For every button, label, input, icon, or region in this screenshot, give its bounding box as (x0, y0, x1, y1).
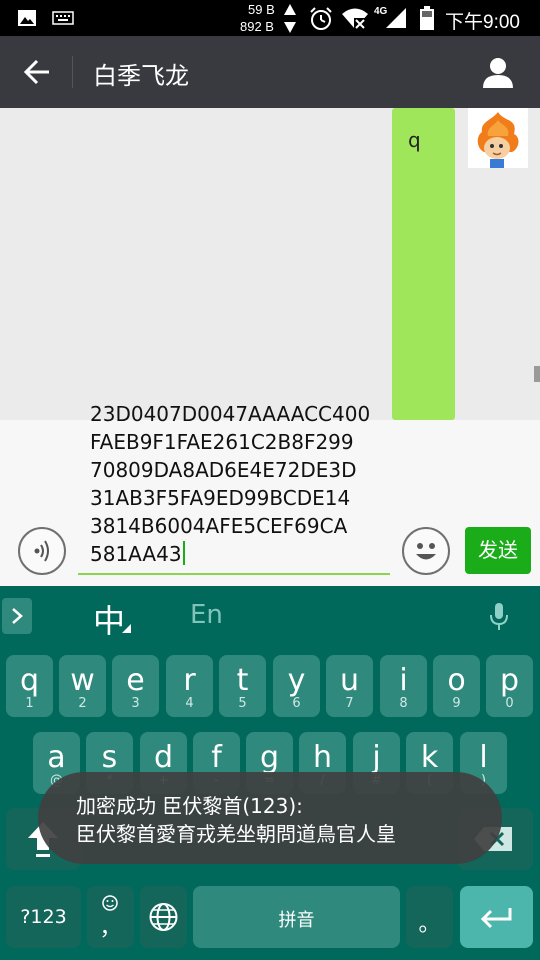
key-u[interactable]: u7 (326, 655, 373, 717)
chevron-right-icon (12, 608, 23, 624)
key-w[interactable]: w2 (59, 655, 106, 717)
key-sublabel: 7 (345, 696, 354, 711)
key-label: j (372, 740, 381, 775)
wifi-icon (342, 8, 368, 29)
toast-line: 加密成功 臣伏黎首(123): (76, 794, 303, 818)
key-label: o (447, 663, 466, 698)
input-last-line: 581AA43 (90, 542, 182, 566)
input-underline (78, 573, 390, 575)
text-cursor (182, 541, 185, 565)
avatar[interactable] (468, 108, 528, 168)
emoji-button[interactable] (402, 527, 450, 575)
corner-triangle-icon (122, 624, 131, 633)
key-label: 。 (418, 912, 441, 937)
key-label: t (236, 663, 249, 698)
image-notification-icon (18, 10, 36, 26)
toast-line: 臣伏黎首愛育戎羌坐朝問道鳥官人皇 (76, 822, 396, 846)
symbols-key[interactable]: ?123 (6, 886, 81, 948)
key-p[interactable]: p0 (486, 655, 533, 717)
key-label: 拼音 (278, 910, 315, 931)
space-key[interactable]: 拼音 (193, 886, 400, 948)
status-bar: 59 B 892 B 4G 下午9:00 (0, 0, 540, 36)
key-label: r (183, 663, 196, 698)
cell-signal-icon (386, 8, 406, 28)
key-label: ， (99, 916, 122, 941)
back-arrow-icon[interactable] (22, 58, 52, 86)
header-divider (72, 56, 73, 88)
key-sublabel: 2 (78, 696, 87, 711)
key-label: l (479, 740, 488, 775)
message-input[interactable]: 23D0407D0047AAAACC400 FAEB9F1FAE261C2B8F… (90, 400, 390, 566)
period-key[interactable]: 。 (406, 886, 453, 948)
microphone-icon[interactable] (488, 602, 510, 632)
message-text: q (408, 128, 421, 152)
key-label: u (339, 663, 359, 698)
key-o[interactable]: o9 (433, 655, 480, 717)
net-upload-speed: 59 B (248, 2, 275, 17)
enter-key[interactable] (460, 886, 533, 948)
smiley-icon (416, 543, 436, 560)
outgoing-message-bubble[interactable]: q (392, 108, 455, 420)
key-sublabel: 6 (292, 696, 301, 711)
key-label: k (420, 740, 439, 775)
key-label: i (399, 663, 408, 698)
key-sublabel: 1 (25, 696, 34, 711)
enter-arrow-icon (480, 908, 512, 929)
key-r[interactable]: r4 (166, 655, 213, 717)
key-label: d (153, 740, 174, 775)
key-label: y (287, 663, 306, 698)
chinese-mode-toggle[interactable]: 中 (93, 596, 125, 642)
data-arrows-icon (284, 4, 296, 33)
language-key[interactable] (140, 886, 187, 948)
input-line: 31AB3F5FA9ED99BCDE14 (90, 486, 351, 510)
input-line: 3814B6004AFE5CEF69CA (90, 514, 348, 538)
key-label: ?123 (20, 906, 67, 928)
key-sublabel: 8 (399, 696, 408, 711)
key-sublabel: 3 (131, 696, 140, 711)
scrollbar[interactable] (534, 366, 540, 382)
key-label: a (47, 740, 66, 775)
key-q[interactable]: q1 (6, 655, 53, 717)
key-sublabel: 9 (452, 696, 461, 711)
toolbar-expand-button[interactable] (2, 598, 32, 634)
clock: 下午9:00 (445, 12, 520, 33)
contact-profile-icon[interactable] (481, 56, 515, 88)
send-button[interactable]: 发送 (465, 527, 531, 574)
key-sublabel: 4 (185, 696, 194, 711)
avatar-image (477, 112, 519, 168)
alarm-icon (310, 7, 332, 30)
key-label: f (211, 740, 222, 775)
input-line: 581AA43 (90, 540, 390, 566)
key-sublabel: 5 (238, 696, 247, 711)
input-line: 70809DA8AD6E4E72DE3D (90, 458, 357, 482)
net-download-speed: 892 B (240, 19, 274, 34)
key-label: g (259, 740, 280, 775)
key-e[interactable]: e3 (112, 655, 159, 717)
emoji-punctuation-key[interactable]: ， (87, 886, 134, 948)
key-label: s (101, 740, 118, 775)
input-line: FAEB9F1FAE261C2B8F299 (90, 430, 354, 454)
key-label: p (499, 663, 520, 698)
key-label: q (19, 663, 40, 698)
key-label: w (70, 663, 95, 698)
battery-icon (420, 6, 434, 30)
chat-title: 白季飞龙 (93, 62, 189, 90)
key-label: h (312, 740, 332, 775)
input-line: 23D0407D0047AAAACC400 (90, 402, 371, 426)
composer-bar: 23D0407D0047AAAACC400 FAEB9F1FAE261C2B8F… (0, 402, 540, 586)
globe-icon (149, 903, 178, 931)
key-i[interactable]: i8 (380, 655, 427, 717)
voice-icon (34, 540, 49, 562)
voice-input-button[interactable] (18, 527, 66, 575)
chat-message-area[interactable]: q (0, 108, 540, 420)
key-y[interactable]: y6 (273, 655, 320, 717)
key-t[interactable]: t5 (219, 655, 266, 717)
chat-header: 白季飞龙 (0, 36, 540, 108)
key-sublabel: 0 (505, 696, 514, 711)
key-label: e (126, 663, 145, 698)
keyboard-toolbar: 中 En (0, 586, 540, 646)
toast-message: 加密成功 臣伏黎首(123): 臣伏黎首愛育戎羌坐朝問道鳥官人皇 (38, 772, 502, 864)
keyboard-notification-icon (52, 11, 74, 25)
english-mode-toggle[interactable]: En (190, 600, 223, 630)
